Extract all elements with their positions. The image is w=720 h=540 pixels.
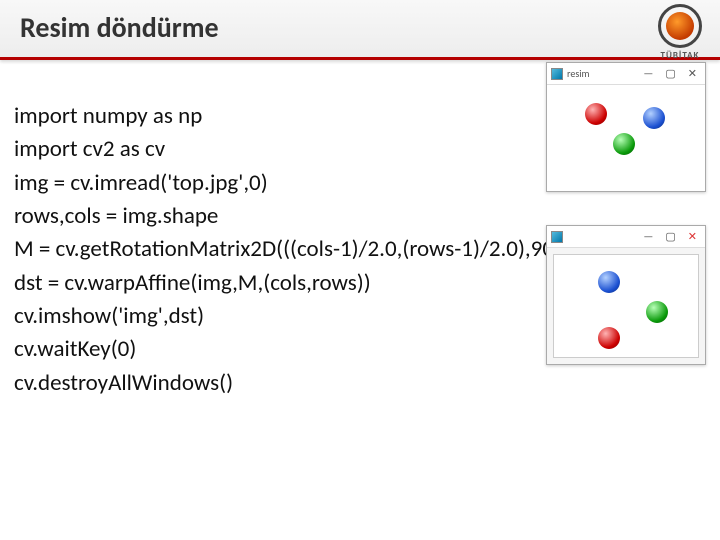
window-titlebar: resim — ▢ ✕ xyxy=(547,63,705,85)
ball-red-icon xyxy=(598,327,620,349)
minimize-icon: — xyxy=(639,230,657,243)
image-canvas xyxy=(547,85,705,191)
ball-blue-icon xyxy=(598,271,620,293)
maximize-icon: ▢ xyxy=(661,67,679,80)
maximize-icon: ▢ xyxy=(661,230,679,243)
close-icon: ✕ xyxy=(684,67,701,80)
page-title: Resim döndürme xyxy=(20,10,219,45)
preview-window-original: resim — ▢ ✕ xyxy=(546,62,706,192)
slide-content: import numpy as np import cv2 as cv img … xyxy=(0,60,720,540)
app-icon xyxy=(551,68,563,80)
ball-blue-icon xyxy=(643,107,665,129)
code-line: cv.destroyAllWindows() xyxy=(14,367,702,400)
tubitak-logo-icon xyxy=(658,4,702,48)
close-icon: ✕ xyxy=(684,230,701,243)
slide-header: Resim döndürme TÜBİTAK xyxy=(0,0,720,60)
ball-green-icon xyxy=(613,133,635,155)
app-icon xyxy=(551,231,563,243)
image-canvas xyxy=(547,248,705,364)
minimize-icon: — xyxy=(639,67,657,80)
window-titlebar: — ▢ ✕ xyxy=(547,226,705,248)
window-title: resim xyxy=(567,67,590,80)
logo-block: TÜBİTAK xyxy=(658,4,702,61)
ball-green-icon xyxy=(646,301,668,323)
ball-red-icon xyxy=(585,103,607,125)
preview-window-rotated: — ▢ ✕ xyxy=(546,225,706,365)
